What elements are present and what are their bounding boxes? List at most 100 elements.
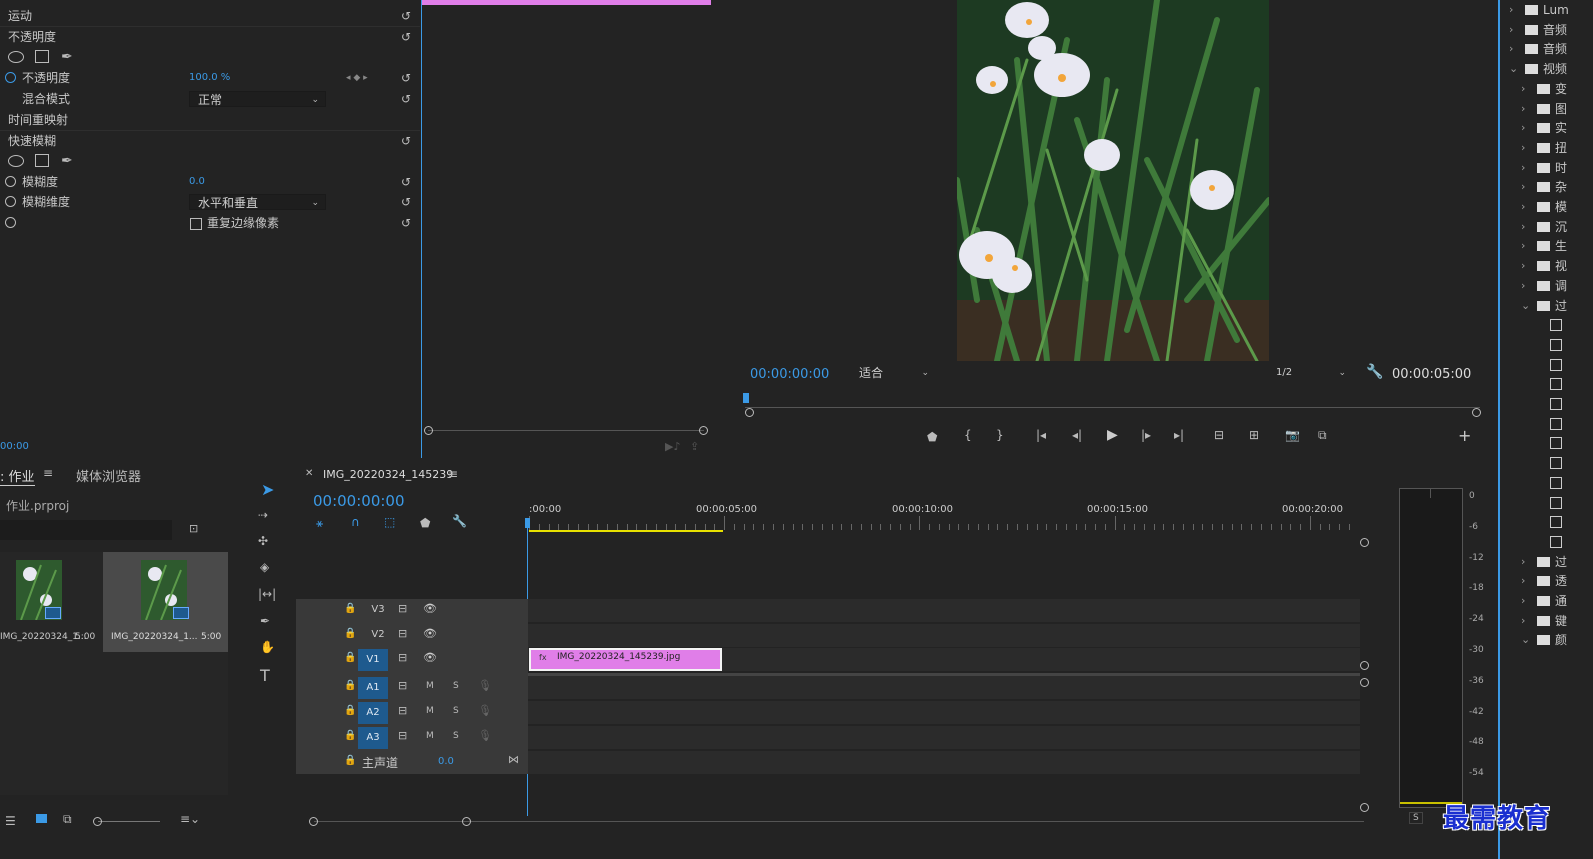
lock-icon[interactable]: 🔒: [344, 628, 356, 639]
nest-icon[interactable]: ⚹: [316, 516, 323, 531]
track-target-a1[interactable]: A1: [358, 677, 388, 699]
chevron-right-icon[interactable]: ›: [1521, 118, 1525, 138]
chevron-right-icon[interactable]: ›: [1509, 20, 1513, 40]
export-icon[interactable]: ⇪: [690, 440, 699, 453]
reset-icon[interactable]: ↺: [398, 194, 414, 210]
chevron-down-icon[interactable]: ⌄: [1521, 630, 1530, 650]
add-marker-icon[interactable]: ⬟: [420, 516, 430, 530]
ellipse-mask-icon[interactable]: [8, 155, 24, 167]
ec-row-opacity-header[interactable]: 不透明度 ↺: [0, 27, 420, 47]
pen-mask-icon[interactable]: ✒: [61, 151, 73, 171]
scroll-handle[interactable]: [1360, 538, 1369, 547]
chevron-right-icon[interactable]: ›: [1509, 0, 1513, 20]
program-scrub-bar[interactable]: [745, 400, 1480, 408]
zoom-slider[interactable]: [98, 821, 160, 822]
sync-lock-icon[interactable]: ⊟: [398, 679, 407, 692]
wrench-icon[interactable]: 🔧: [1366, 364, 1383, 380]
playhead-marker[interactable]: [743, 393, 749, 403]
sync-lock-icon[interactable]: ⊟: [398, 729, 407, 742]
wrench-icon[interactable]: 🔧: [452, 514, 467, 528]
track-label[interactable]: V3: [363, 604, 393, 615]
ec-scroll-track[interactable]: [428, 430, 704, 431]
sequence-tab[interactable]: IMG_20220324_145239: [323, 468, 453, 481]
timeline-hscroll[interactable]: [314, 821, 1364, 822]
master-value[interactable]: 0.0: [438, 756, 454, 767]
razor-tool-icon[interactable]: ◈: [260, 560, 269, 574]
mic-icon[interactable]: 🎙: [478, 729, 492, 742]
solo-button[interactable]: S: [453, 681, 459, 691]
scroll-handle[interactable]: [1360, 661, 1369, 670]
go-to-out-icon[interactable]: ▸|: [1174, 428, 1184, 442]
eye-icon[interactable]: 👁: [423, 627, 437, 640]
add-marker-icon[interactable]: ⬟: [927, 430, 937, 444]
camera-icon[interactable]: 📷: [1285, 428, 1300, 442]
chevron-right-icon[interactable]: ›: [1521, 197, 1525, 217]
blend-mode-dropdown[interactable]: 正常 ⌄: [189, 91, 326, 107]
ec-row-motion[interactable]: 运动 ↺: [0, 6, 420, 26]
ec-row-blend[interactable]: 混合模式 正常 ⌄ ↺: [0, 89, 420, 109]
lift-icon[interactable]: ⊟: [1214, 428, 1224, 442]
pen-mask-icon[interactable]: ✒: [61, 47, 73, 67]
track-label[interactable]: V2: [363, 629, 393, 640]
ec-timecode[interactable]: 00:00: [0, 441, 29, 452]
track-target-a3[interactable]: A3: [358, 727, 388, 749]
sync-lock-icon[interactable]: ⊟: [398, 627, 407, 640]
hand-tool-icon[interactable]: ✋: [260, 640, 275, 654]
reset-icon[interactable]: ↺: [398, 29, 414, 45]
mute-button[interactable]: M: [426, 731, 434, 741]
sync-lock-icon[interactable]: ⊟: [398, 704, 407, 717]
lock-icon[interactable]: 🔒: [344, 680, 356, 691]
ec-row-opacity[interactable]: 不透明度 100.0 % ◂ ◆ ▸ ↺: [0, 68, 420, 88]
freeform-view-icon[interactable]: ⧉: [63, 812, 72, 827]
eye-icon[interactable]: 👁: [423, 651, 437, 664]
new-bin-icon[interactable]: ⊡: [189, 522, 198, 535]
timeline-timecode[interactable]: 00:00:00:00: [313, 492, 405, 510]
chevron-right-icon[interactable]: ›: [1521, 217, 1525, 237]
blur-dimension-dropdown[interactable]: 水平和垂直 ⌄: [189, 194, 326, 210]
keyframe-nav-icon[interactable]: ◂ ◆ ▸: [346, 68, 368, 88]
reset-icon[interactable]: ↺: [398, 133, 414, 149]
scroll-handle[interactable]: [1360, 803, 1369, 812]
scroll-handle[interactable]: [309, 817, 318, 826]
linked-selection-icon[interactable]: ⬚: [384, 515, 395, 529]
reset-icon[interactable]: ↺: [398, 174, 414, 190]
time-ruler[interactable]: :00:00 00:00:05:00 00:00:10:00 00:00:15:…: [528, 502, 1368, 532]
lock-icon[interactable]: 🔒: [344, 755, 356, 766]
chevron-down-icon[interactable]: ⌄: [1521, 296, 1530, 316]
scroll-handle[interactable]: [1472, 408, 1481, 417]
scroll-handle[interactable]: [1360, 678, 1369, 687]
stopwatch-icon[interactable]: [5, 217, 16, 228]
eye-icon[interactable]: 👁: [423, 602, 437, 615]
solo-button[interactable]: S: [1409, 812, 1423, 824]
sync-lock-icon[interactable]: ⊟: [398, 602, 407, 615]
resolution-dropdown[interactable]: 1/2 ⌄: [1268, 365, 1352, 381]
add-button-icon[interactable]: +: [1458, 426, 1471, 445]
reset-icon[interactable]: ↺: [398, 70, 414, 86]
extract-icon[interactable]: ⊞: [1249, 428, 1259, 442]
ec-row-blur-dim[interactable]: 模糊维度 水平和垂直 ⌄ ↺: [0, 192, 420, 212]
chevron-right-icon[interactable]: ›: [1521, 138, 1525, 158]
work-area-bar[interactable]: [529, 530, 723, 532]
mark-out-icon[interactable]: }: [996, 428, 1004, 442]
chevron-right-icon[interactable]: ›: [1521, 256, 1525, 276]
lock-icon[interactable]: 🔒: [344, 705, 356, 716]
step-back-icon[interactable]: ◂|: [1072, 428, 1082, 442]
fit-dropdown[interactable]: 适合 ⌄: [851, 365, 935, 381]
chevron-right-icon[interactable]: ›: [1521, 276, 1525, 296]
ec-row-blurriness[interactable]: 模糊度 0.0 ↺: [0, 172, 420, 192]
chevron-right-icon[interactable]: ›: [1521, 571, 1525, 591]
reset-icon[interactable]: ↺: [398, 215, 414, 231]
chevron-down-icon[interactable]: ⌄: [1509, 59, 1518, 79]
timeline-clip[interactable]: fx IMG_20220324_145239.jpg: [529, 648, 722, 671]
solo-button[interactable]: S: [453, 731, 459, 741]
track-select-tool-icon[interactable]: ⇢: [258, 508, 268, 522]
ec-clip-bar[interactable]: [422, 0, 711, 5]
scroll-handle[interactable]: [745, 408, 754, 417]
project-item[interactable]: IMG_20220324_1... 5:00: [0, 552, 102, 652]
close-icon[interactable]: ✕: [305, 468, 313, 479]
reset-icon[interactable]: ↺: [398, 8, 414, 24]
ec-row-repeat-edge[interactable]: 重复边缘像素 ↺: [0, 213, 420, 233]
lock-icon[interactable]: 🔒: [344, 603, 356, 614]
chevron-right-icon[interactable]: ›: [1509, 39, 1513, 59]
sync-lock-icon[interactable]: ⊟: [398, 651, 407, 664]
